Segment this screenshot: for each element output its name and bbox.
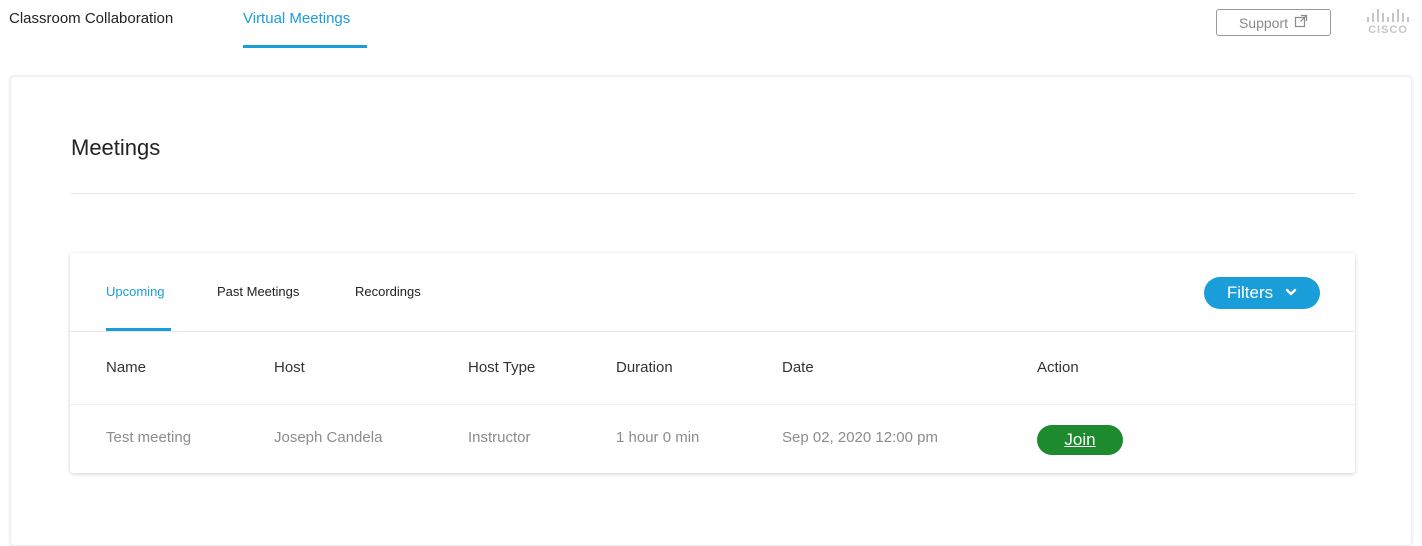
tab-past-meetings[interactable]: Past Meetings	[217, 284, 299, 299]
cisco-logo: CISCO	[1364, 8, 1412, 38]
meeting-host-cell: Joseph Candela	[274, 429, 383, 446]
filters-button[interactable]: Filters	[1204, 277, 1320, 309]
support-label: Support	[1238, 14, 1289, 31]
cisco-wordmark: CISCO	[1368, 24, 1408, 36]
top-navigation-bar: Classroom Collaboration Virtual Meetings…	[0, 0, 1422, 60]
join-button[interactable]: Join	[1037, 425, 1123, 455]
title-divider	[71, 193, 1355, 194]
main-content-card: Meetings Upcoming Past Meetings Recordin…	[10, 76, 1412, 546]
nav-tab-virtual-meetings[interactable]: Virtual Meetings	[243, 10, 350, 27]
column-header-host-type: Host Type	[468, 359, 536, 376]
tab-upcoming[interactable]: Upcoming	[106, 284, 165, 299]
column-header-duration: Duration	[616, 359, 673, 376]
meeting-host-type-cell: Instructor	[468, 429, 531, 446]
nav-tab-classroom-collaboration[interactable]: Classroom Collaboration	[9, 10, 173, 27]
external-link-icon	[1294, 14, 1308, 31]
meetings-panel: Upcoming Past Meetings Recordings Filter…	[70, 253, 1355, 473]
column-header-name: Name	[106, 359, 147, 376]
chevron-down-icon	[1285, 283, 1297, 303]
column-header-host: Host	[274, 359, 305, 376]
column-header-action: Action	[1037, 359, 1079, 376]
cisco-bars-icon	[1364, 8, 1412, 22]
meeting-duration-cell: 1 hour 0 min	[616, 429, 700, 446]
filters-label: Filters	[1226, 283, 1274, 302]
meeting-date-cell: Sep 02, 2020 12:00 pm	[782, 429, 938, 446]
active-nav-indicator	[243, 45, 367, 48]
page-title: Meetings	[71, 135, 161, 160]
tabs-divider	[70, 331, 1355, 332]
column-header-date: Date	[782, 359, 814, 376]
support-button[interactable]: Support	[1216, 9, 1331, 36]
meeting-name-cell: Test meeting	[106, 429, 192, 446]
tab-recordings[interactable]: Recordings	[355, 284, 421, 299]
header-row-divider	[70, 404, 1355, 405]
